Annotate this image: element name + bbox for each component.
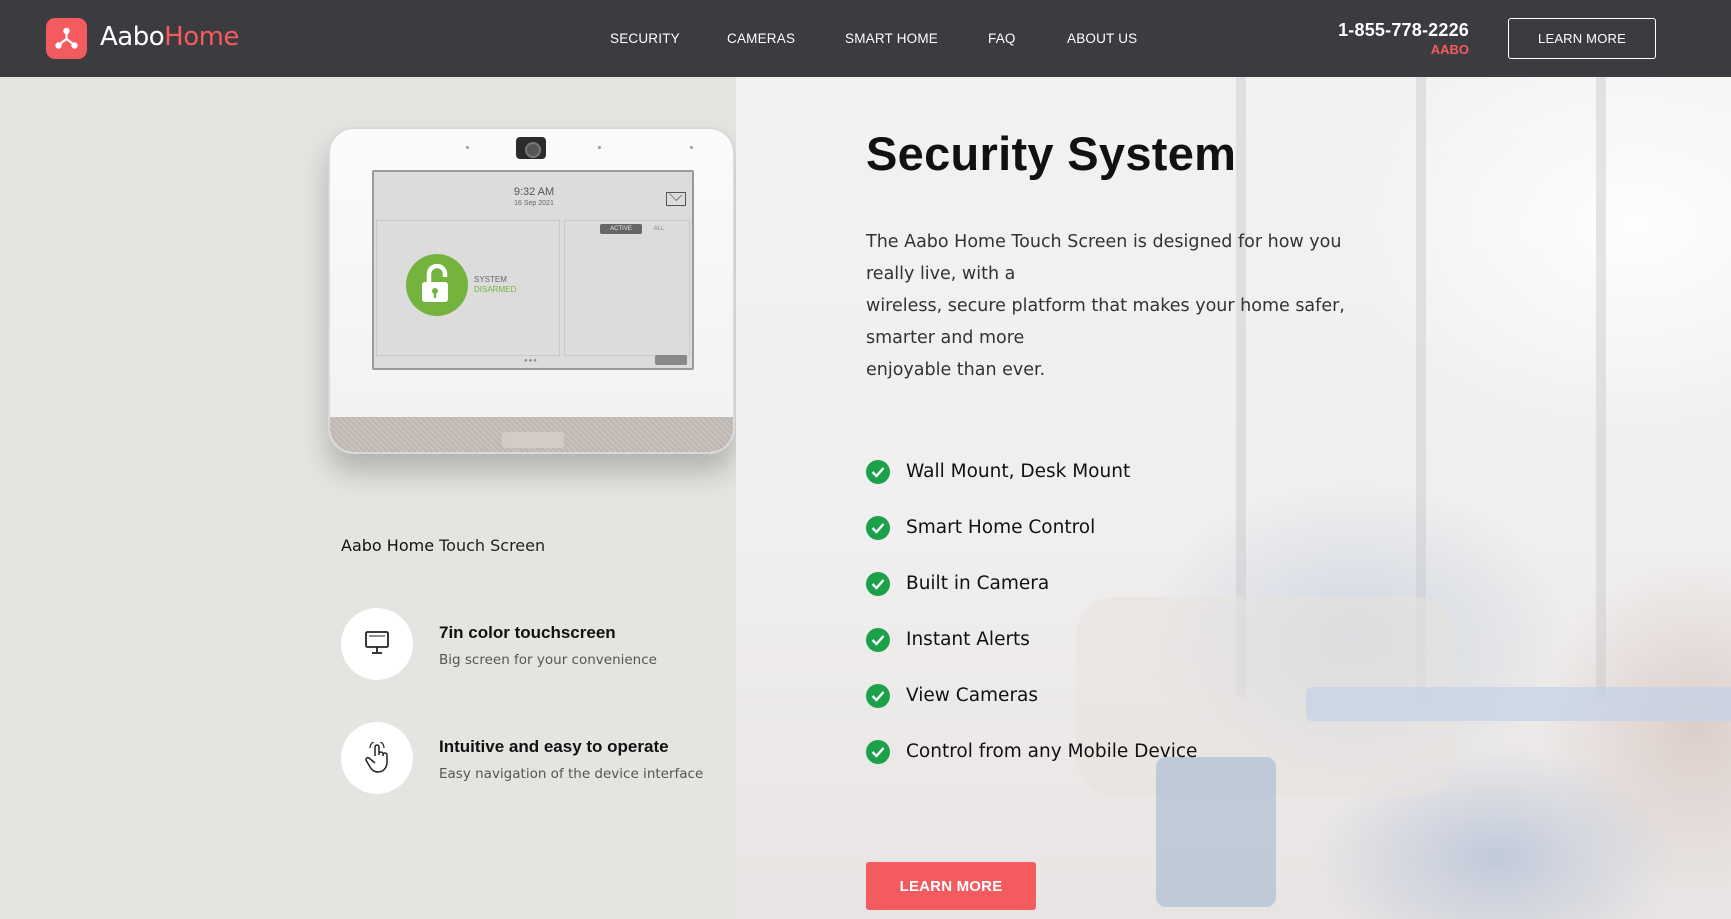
device-camera-icon xyxy=(516,137,546,159)
background-table xyxy=(1306,687,1731,721)
product-title-rest: Touch Screen xyxy=(434,536,546,555)
screen-shortcut-icons xyxy=(655,355,687,365)
nav-item-faq[interactable]: FAQ xyxy=(988,31,1016,46)
background-cushion xyxy=(1156,757,1276,907)
site-header: AaboHome SECURITY CAMERAS SMART HOME FAQ… xyxy=(0,0,1731,77)
feature-title: 7in color touchscreen xyxy=(439,623,616,642)
touch-screen-device-image: 9:32 AM 16 Sep 2021 ACTIVE ALL SYSTEM DI… xyxy=(328,127,735,454)
intro-paragraph: The Aabo Home Touch Screen is designed f… xyxy=(866,226,1356,386)
screen-right-pane xyxy=(564,220,690,356)
page-title: Security System xyxy=(866,127,1237,180)
check-circle-icon xyxy=(866,460,890,484)
checklist-label: Built in Camera xyxy=(906,573,1050,594)
device-brand-badge xyxy=(502,432,564,448)
header-learn-more-button[interactable]: LEARN MORE xyxy=(1508,18,1656,59)
system-status-line1: SYSTEM xyxy=(474,275,507,284)
brand-name-part1: Aabo xyxy=(100,22,165,52)
system-status-text: SYSTEM DISARMED xyxy=(474,275,516,295)
check-circle-icon xyxy=(866,684,890,708)
device-sensor-dot xyxy=(598,146,601,149)
feature-description: Big screen for your convenience xyxy=(439,652,657,668)
device-screen-date: 16 Sep 2021 xyxy=(514,200,554,207)
screen-page-dots: ●●● xyxy=(524,358,538,364)
check-circle-icon xyxy=(866,740,890,764)
intro-line: enjoyable than ever. xyxy=(866,360,1046,380)
checklist-label: Wall Mount, Desk Mount xyxy=(906,461,1131,482)
learn-more-button[interactable]: LEARN MORE xyxy=(866,862,1036,910)
nav-item-about-us[interactable]: ABOUT US xyxy=(1067,31,1137,46)
brand-name-part2: Home xyxy=(164,22,239,52)
hero-background-image xyxy=(736,77,1731,919)
intro-line: wireless, secure platform that makes you… xyxy=(866,296,1345,348)
feature-description: Easy navigation of the device interface xyxy=(439,766,704,782)
monitor-icon xyxy=(341,608,413,680)
feature-title: Intuitive and easy to operate xyxy=(439,737,669,756)
logo-icon[interactable] xyxy=(46,18,87,59)
device-sensor-dot xyxy=(690,146,693,149)
check-circle-icon xyxy=(866,628,890,652)
background-window-frame xyxy=(1596,77,1606,697)
check-circle-icon xyxy=(866,572,890,596)
system-status-line2: DISARMED xyxy=(474,285,517,294)
device-screen: 9:32 AM 16 Sep 2021 ACTIVE ALL SYSTEM DI… xyxy=(372,170,694,370)
feature-item: Intuitive and easy to operate Easy navig… xyxy=(341,722,736,794)
phone-number: 1-855-778-2226 xyxy=(1338,20,1469,40)
check-circle-icon xyxy=(866,516,890,540)
phone-contact[interactable]: 1-855-778-2226 AABO xyxy=(1338,20,1469,57)
intro-line: The Aabo Home Touch Screen is designed f… xyxy=(866,232,1342,284)
product-title-strong: Aabo Home xyxy=(341,536,435,555)
checklist-label: Instant Alerts xyxy=(906,629,1030,650)
screen-left-pane xyxy=(376,220,560,356)
feature-item: 7in color touchscreen Big screen for you… xyxy=(341,608,736,680)
mail-icon xyxy=(666,192,686,206)
device-screen-time: 9:32 AM xyxy=(513,186,555,198)
nav-item-security[interactable]: SECURITY xyxy=(610,31,680,46)
touch-hand-icon xyxy=(341,722,413,794)
product-title: Aabo Home Touch Screen xyxy=(341,536,545,555)
checklist-label: View Cameras xyxy=(906,685,1039,706)
unlocked-padlock-icon xyxy=(406,254,468,316)
nav-item-cameras[interactable]: CAMERAS xyxy=(727,31,795,46)
checklist-label: Control from any Mobile Device xyxy=(906,741,1198,762)
network-nodes-icon xyxy=(55,27,78,49)
screen-tab-all: ALL xyxy=(653,226,665,232)
screen-tab-active: ACTIVE xyxy=(600,224,642,234)
nav-item-smart-home[interactable]: SMART HOME xyxy=(845,31,938,46)
device-sensor-dot xyxy=(466,146,469,149)
brand-logo-text[interactable]: AaboHome xyxy=(100,22,239,52)
phone-letters: AABO xyxy=(1430,42,1469,57)
checklist-label: Smart Home Control xyxy=(906,517,1096,538)
